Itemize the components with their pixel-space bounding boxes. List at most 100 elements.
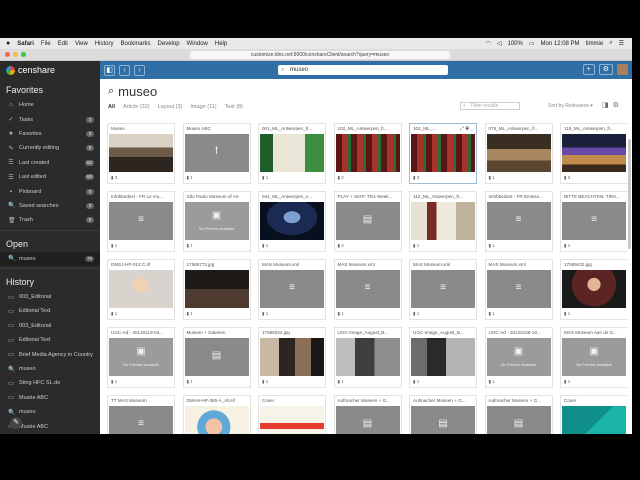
asset-thumbnail[interactable] [411,202,475,240]
zoom-window-button[interactable] [21,52,26,57]
sidebar-item[interactable]: ✓ Tasks 3 [0,112,100,126]
asset-thumbnail[interactable] [562,134,626,172]
asset-thumbnail[interactable] [260,406,324,434]
battery-level[interactable]: 100% [508,41,523,47]
filter-tab[interactable]: Article (32) [123,104,150,110]
wifi-icon[interactable]: ◠ [486,40,491,47]
asset-thumbnail[interactable]: ▣ No Preview available [562,338,626,376]
asset-thumbnail[interactable] [411,338,475,376]
asset-thumbnail[interactable]: ▣ No Preview available [109,338,173,376]
menu-item[interactable]: Develop [158,41,180,47]
forward-button[interactable]: › [134,64,145,76]
list-icon[interactable]: ☰ [619,40,624,47]
asset-card[interactable]: DMSJ-HP-013 C.tif ▮ 1 [107,259,175,320]
asset-card[interactable]: 076_ML_Antwerpen_fr... ▮ 1 [484,123,553,184]
asset-thumbnail[interactable]: ≡ [486,270,551,308]
asset-thumbnail[interactable] [562,406,626,434]
asset-card[interactable]: DMAH-HP-355-A_Ab.tif [182,395,251,434]
filter-tab[interactable]: All [108,104,115,110]
asset-thumbnail[interactable] [335,134,400,172]
sidebar-item[interactable]: ▭ 003_Editorial [0,319,100,333]
asset-thumbnail[interactable]: ▣ No Preview available [184,202,249,240]
toggle-sidebar-button[interactable]: ◧ [104,64,115,76]
asset-card[interactable]: PLAY + SKIP: This Week... ▤ ▮ 4 [333,191,402,252]
global-search-input[interactable]: ⌕ museo [278,65,448,75]
menu-item[interactable]: Help [215,41,227,47]
sidebar-item[interactable]: ▭ Editorial Text [0,333,100,347]
asset-card[interactable]: Cover [258,395,326,434]
asset-thumbnail[interactable] [184,270,249,308]
asset-card[interactable]: 102_ML_Antwerpen_fr... ▮ 2 [333,123,402,184]
asset-card[interactable]: TT MAS Museum ≡ [107,395,175,434]
gear-icon[interactable]: ⚙ [613,101,619,109]
spotlight-icon[interactable]: ⌕ [609,40,612,47]
asset-card[interactable]: São Paulo Museum of Art ▣ No Preview avail… [182,191,251,252]
settings-button[interactable]: ⚙ [598,64,613,75]
sort-dropdown[interactable]: Sort by Relevance ▾ [548,103,593,109]
asset-card[interactable]: MAS Museum.xml ≡ ▮ 1 [258,259,326,320]
user-name[interactable]: timmie [586,41,604,47]
asset-thumbnail[interactable]: ▤ [184,338,249,376]
sidebar-item[interactable]: ⌂ Home [0,98,100,112]
volume-icon[interactable]: ◁ [497,40,502,47]
asset-thumbnail[interactable] [260,134,324,172]
sidebar-item[interactable]: ★ Favorites 2 [0,127,100,141]
asset-card[interactable]: Museen + Galerien ▤ ▮ 1 [182,327,251,388]
create-button[interactable]: + [582,64,595,75]
asset-card[interactable]: Aufmacher Museen + G... ▤ [484,395,553,434]
close-window-button[interactable] [5,52,10,57]
asset-card[interactable]: Aufmacher Museen + G... ▤ [409,395,477,434]
asset-card[interactable]: Museo ABC f ▮ 1 [182,123,251,184]
asset-card[interactable]: 112_ML_Antwerpen_fr... ▮ 1 [409,191,477,252]
user-avatar[interactable] [617,64,628,75]
sidebar-item[interactable]: ▭ 003_Editorial [0,290,100,304]
filter-results-input[interactable]: ⌕ Filter results [460,102,520,110]
panel-icon[interactable]: ◨ [602,101,609,109]
asset-thumbnail[interactable]: ≡ [260,270,324,308]
asset-card[interactable]: 001_ML_Antwerpen_fr... ▮ 1 [258,123,326,184]
asset-card[interactable]: MAS Museum.xml ≡ ▮ 1 [333,259,402,320]
asset-thumbnail[interactable]: ▤ [486,406,551,434]
asset-thumbnail[interactable] [335,338,400,376]
asset-thumbnail[interactable]: ≡ [109,406,173,434]
asset-thumbnail[interactable] [562,270,626,308]
filter-tab[interactable]: Layout (3) [158,104,183,110]
asset-card[interactable]: MAS Museum.xml ≡ ▮ 1 [409,259,477,320]
asset-thumbnail[interactable]: ▤ [335,202,400,240]
asset-card[interactable]: Infobbedext - FR Le mu... ≡ ▮ 1 [107,191,175,252]
menu-item[interactable]: File [41,41,51,47]
asset-thumbnail[interactable]: ▤ [335,406,400,434]
asset-thumbnail[interactable]: ≡ [411,270,475,308]
asset-card[interactable]: 115_ML_Antwerpen_fr... ▮ 3 [560,123,627,184]
menu-item[interactable]: Window [187,41,208,47]
edit-fab-button[interactable]: ✎ [10,417,22,429]
back-button[interactable]: ‹ [119,64,130,76]
sidebar-item[interactable]: ☰ Last edited 60 [0,170,100,184]
sidebar-item[interactable]: ▭ Musée ABC [0,391,100,405]
asset-card[interactable]: MAS Museum Aan de S... ▣ No Preview availa… [560,327,627,388]
apple-icon[interactable]: ● [6,40,10,47]
sidebar-item[interactable]: ▭ Editorial Text [0,304,100,318]
menu-item[interactable]: Bookmarks [121,41,151,47]
asset-card[interactable]: Aufmacher Museen + G... ▤ [333,395,402,434]
asset-thumbnail[interactable]: ≡ [562,202,626,240]
app-logo[interactable]: censhare [0,61,100,79]
asset-thumbnail[interactable]: ▤ [411,406,475,434]
menu-item[interactable]: Edit [58,41,68,47]
asset-card[interactable]: 102_ML_... ⤢ ◉ ⌄ ▮ 3 [409,123,477,184]
asset-thumbnail[interactable] [109,134,173,172]
asset-card[interactable]: Infobbedext - FR Emisso... ≡ ▮ 1 [484,191,553,252]
sidebar-item[interactable]: 🔍 museo [0,362,100,376]
sidebar-item[interactable]: 🔍 Saved searches 2 [0,199,100,213]
menu-item[interactable]: History [95,41,114,47]
asset-card[interactable]: 044_ML_Antwerpen_e... ▮ 1 [258,191,326,252]
asset-thumbnail[interactable] [109,270,173,308]
address-bar[interactable]: customize.ldns.net:9000/censhareClient/s… [190,51,450,59]
asset-card[interactable]: MAS Museum.xml ≡ ▮ 1 [484,259,553,320]
asset-card[interactable]: 17585022.jpg ▮ 1 [258,327,326,388]
asset-card[interactable]: UGC-Image_August_B... ▮ 1 [409,327,477,388]
asset-thumbnail[interactable] [184,406,249,434]
sidebar-item[interactable]: ✎ Currently editing 0 [0,141,100,155]
sidebar-item[interactable]: 🔍 museo 76 [0,251,100,266]
sidebar-item[interactable]: ☰ Last created 62 [0,156,100,170]
